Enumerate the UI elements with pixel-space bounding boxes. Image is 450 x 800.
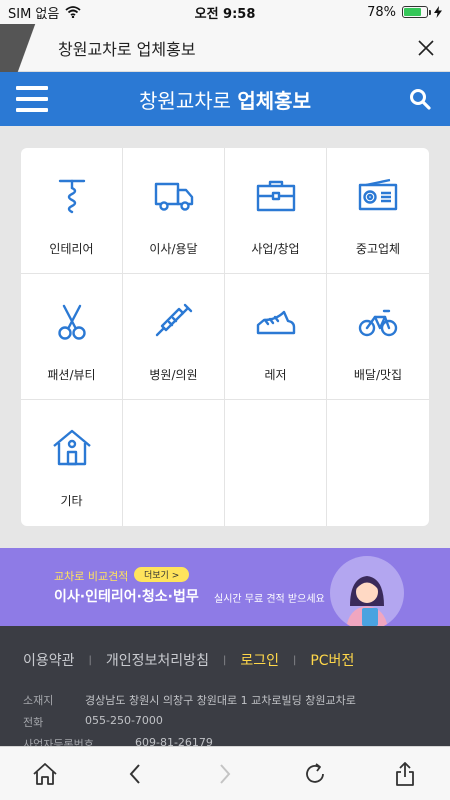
category-fashion[interactable]: 패션/뷰티 [21, 274, 123, 400]
truck-icon [154, 182, 193, 211]
privacy-link[interactable]: 개인정보처리방침 [106, 650, 209, 670]
category-grid: 인테리어 이사/용달 사업/창업 중고업체 패션/뷰티 병원/의원 레저 배달/… [21, 148, 429, 526]
category-leisure[interactable]: 레저 [225, 274, 327, 400]
category-hospital[interactable]: 병원/의원 [123, 274, 225, 400]
logo-text: 창원교차로 [139, 88, 238, 113]
hamburger-line [16, 86, 48, 90]
chevron-right-icon [220, 763, 231, 784]
banner-eyebrow: 교차로 비교견적 [54, 570, 129, 583]
promo-banner[interactable]: 교차로 비교견적 더보기 > 이사·인테리어·청소·법무 실시간 무료 견적 받… [0, 548, 450, 630]
scissors-icon [57, 304, 86, 340]
divider: | [88, 654, 92, 666]
category-etc[interactable]: 기타 [21, 400, 123, 526]
category-interior[interactable]: 인테리어 [21, 148, 123, 274]
back-button[interactable] [115, 754, 155, 794]
browser-toolbar [0, 746, 450, 800]
syringe-icon [155, 303, 192, 337]
tab-decoration [0, 24, 46, 72]
footer-address: 소재지 경상남도 창원시 의창구 창원대로 1 교차로빌딩 창원교차로 [23, 692, 356, 708]
corkscrew-icon [58, 179, 85, 214]
empty-cell [123, 400, 225, 526]
category-label: 중고업체 [355, 242, 401, 256]
wifi-icon [65, 6, 81, 18]
search-button[interactable] [408, 87, 432, 111]
category-label: 이사/용달 [149, 242, 198, 256]
battery-icon [402, 6, 431, 18]
category-label: 사업/창업 [251, 242, 300, 256]
category-label: 배달/맛집 [353, 368, 403, 382]
browser-title-bar: 창원교차로 업체홍보 [0, 24, 450, 72]
category-used[interactable]: 중고업체 [327, 148, 429, 274]
page-title: 창원교차로 업체홍보 [58, 39, 196, 59]
share-icon [396, 761, 414, 786]
menu-button[interactable] [16, 86, 48, 112]
category-label: 인테리어 [49, 242, 94, 256]
battery-percent: 78% [367, 4, 396, 20]
login-link[interactable]: 로그인 [240, 650, 279, 670]
terms-link[interactable]: 이용약관 [23, 650, 75, 670]
banner-illustration [330, 556, 404, 630]
hamburger-line [16, 108, 48, 112]
footer-phone: 전화 055-250-7000 [23, 714, 163, 730]
category-label: 레저 [264, 368, 287, 382]
hamburger-line [16, 97, 48, 101]
share-button[interactable] [385, 754, 425, 794]
site-footer: 이용약관 | 개인정보처리방침 | 로그인 | PC버전 소재지 경상남도 창원… [0, 626, 450, 751]
radio-icon [358, 178, 398, 211]
close-button[interactable] [414, 36, 438, 60]
forward-button[interactable] [205, 754, 245, 794]
chevron-left-icon [129, 763, 140, 784]
briefcase-icon [256, 180, 295, 212]
divider: | [222, 654, 227, 666]
search-icon [410, 89, 431, 110]
charging-icon [434, 6, 442, 18]
status-bar: SIM 없음 오전 9:58 78% [0, 0, 450, 24]
pc-version-link[interactable]: PC버전 [310, 650, 354, 670]
category-moving[interactable]: 이사/용달 [123, 148, 225, 274]
divider: | [292, 654, 297, 666]
banner-subtext: 실시간 무료 견적 받으세요 [214, 594, 325, 605]
logo-text-bold: 업체홍보 [237, 88, 311, 113]
site-logo: 창원교차로 업체홍보 [0, 85, 450, 114]
site-header: 창원교차로 업체홍보 [0, 72, 450, 126]
category-label: 기타 [60, 494, 83, 508]
bicycle-icon [358, 309, 398, 337]
category-delivery[interactable]: 배달/맛집 [327, 274, 429, 400]
footer-links: 이용약관 | 개인정보처리방침 | 로그인 | PC버전 [23, 650, 354, 670]
empty-cell [225, 400, 327, 526]
category-label: 병원/의원 [149, 368, 198, 382]
address-label: 소재지 [23, 694, 54, 707]
shoe-icon [256, 310, 295, 335]
close-icon [418, 39, 434, 56]
category-label: 패션/뷰티 [47, 368, 96, 382]
carrier-label: SIM 없음 [8, 6, 60, 22]
more-button[interactable]: 더보기 > [134, 567, 190, 582]
empty-cell [327, 400, 429, 526]
phone-value: 055-250-7000 [85, 714, 163, 727]
banner-headline: 이사·인테리어·청소·법무 [54, 589, 199, 605]
reload-icon [306, 762, 324, 783]
address-value: 경상남도 창원시 의창구 창원대로 1 교차로빌딩 창원교차로 [85, 694, 356, 707]
house-icon [52, 429, 91, 466]
reload-button[interactable] [295, 754, 335, 794]
home-icon [33, 762, 57, 785]
category-business[interactable]: 사업/창업 [225, 148, 327, 274]
phone-label: 전화 [23, 716, 44, 729]
home-button[interactable] [25, 754, 65, 794]
